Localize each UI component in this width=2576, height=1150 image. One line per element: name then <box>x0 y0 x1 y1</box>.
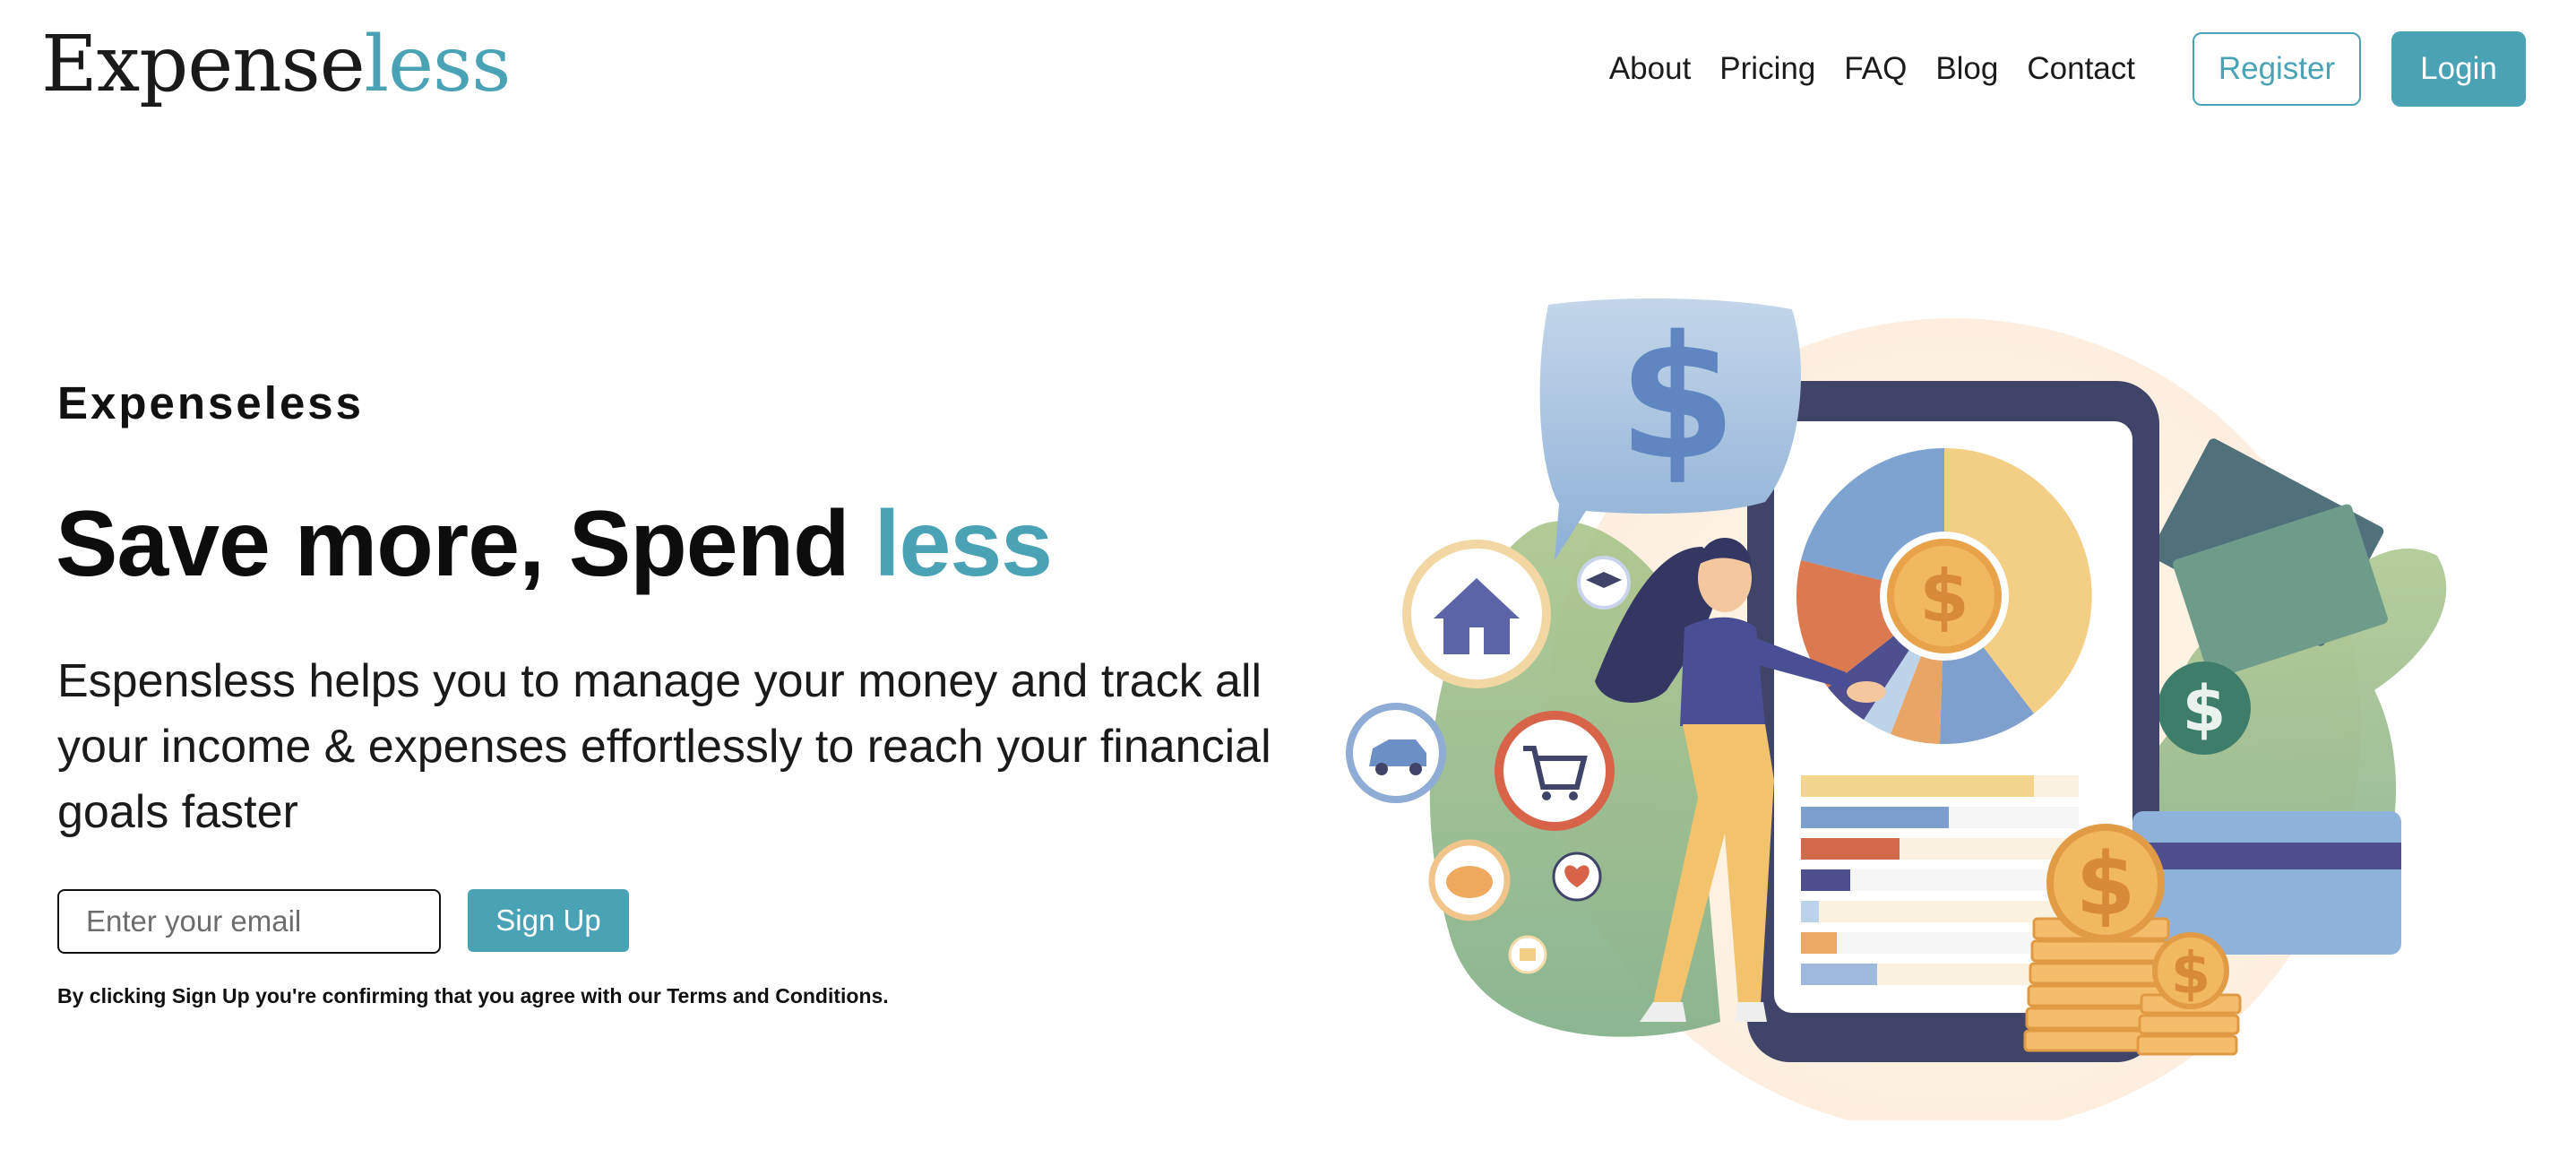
nav-link-pricing[interactable]: Pricing <box>1719 51 1815 87</box>
hero-headline: Save more, Spend less <box>56 491 1053 598</box>
house-icon <box>1402 540 1551 688</box>
svg-text:$: $ <box>1618 299 1736 497</box>
login-button[interactable]: Login <box>2391 31 2526 107</box>
headline-main: Save more, Spend <box>56 492 874 596</box>
svg-text:$: $ <box>1919 555 1969 638</box>
logo[interactable]: Expenseless <box>41 20 512 109</box>
logo-text-main: Expense <box>41 20 366 109</box>
pie-chart-graphic: $ <box>1796 448 2092 745</box>
hero-eyebrow: Expenseless <box>57 377 365 428</box>
hero-illustration: $ $ $ $ $ <box>1346 298 2447 1120</box>
terms-notice: By clicking Sign Up you're confirming th… <box>57 984 889 1007</box>
piggy-bank-icon <box>1428 839 1511 921</box>
top-nav: About Pricing FAQ Blog Contact Register … <box>1609 30 2526 108</box>
nav-link-blog[interactable]: Blog <box>1935 51 1998 87</box>
nav-link-about[interactable]: About <box>1609 51 1691 87</box>
credit-card-icon <box>2132 811 2401 955</box>
nav-link-contact[interactable]: Contact <box>2027 51 2135 87</box>
hero-description: Espensless helps you to manage your mone… <box>57 655 1271 838</box>
headline-accent: less <box>874 492 1053 596</box>
shopping-cart-icon <box>1495 711 1615 831</box>
sign-up-button[interactable]: Sign Up <box>468 889 629 952</box>
svg-text:$: $ <box>2183 672 2227 746</box>
logo-text-accent: less <box>364 20 512 109</box>
svg-text:$: $ <box>2076 834 2136 935</box>
gift-icon <box>1508 935 1547 974</box>
nav-link-faq[interactable]: FAQ <box>1844 51 1907 87</box>
svg-text:$: $ <box>2171 941 2211 1007</box>
email-input[interactable] <box>57 889 441 954</box>
graduation-cap-icon <box>1577 556 1631 610</box>
register-button[interactable]: Register <box>2193 32 2361 106</box>
heart-icon <box>1552 852 1602 902</box>
car-icon <box>1346 703 1446 803</box>
